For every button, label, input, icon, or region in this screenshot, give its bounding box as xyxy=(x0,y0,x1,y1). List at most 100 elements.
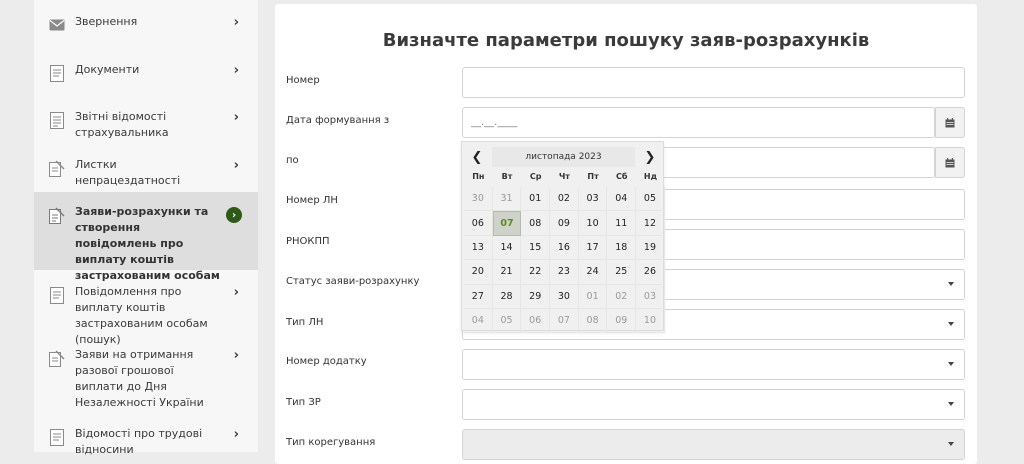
sidebar-item-label: Документи xyxy=(75,63,140,76)
day-cell[interactable]: 03 xyxy=(636,284,665,309)
ln-type-label: Тип ЛН xyxy=(286,317,324,328)
caret-down-icon xyxy=(948,442,954,446)
zr-type-select[interactable] xyxy=(462,389,965,420)
day-cell[interactable]: 10 xyxy=(636,308,665,334)
day-cell[interactable]: 09 xyxy=(550,211,579,236)
report-icon xyxy=(48,111,65,129)
date-from-input[interactable] xyxy=(462,107,935,138)
chevron-right-icon: › xyxy=(233,427,239,442)
day-cell[interactable]: 23 xyxy=(550,260,579,285)
day-cell[interactable]: 13 xyxy=(464,235,493,261)
day-cell[interactable]: 27 xyxy=(464,284,493,309)
day-cell[interactable]: 25 xyxy=(607,260,637,285)
day-cell[interactable]: 21 xyxy=(492,260,522,285)
weekday-label: Чт xyxy=(558,172,570,181)
calendar-icon xyxy=(945,117,955,127)
day-cell[interactable]: 14 xyxy=(492,235,522,261)
chevron-right-icon: › xyxy=(233,285,239,300)
envelope-icon xyxy=(48,16,65,34)
prev-month-button[interactable]: ❮ xyxy=(464,147,490,167)
day-cell[interactable]: 01 xyxy=(521,187,551,212)
sidebar-item-label: Відомості про трудові відносини xyxy=(75,427,203,456)
day-cell[interactable]: 04 xyxy=(607,187,637,212)
date-picker-header: ❮ листопада 2023 ❯ xyxy=(462,145,665,167)
number-input[interactable] xyxy=(462,67,965,98)
day-cell[interactable]: 17 xyxy=(578,235,608,261)
day-cell[interactable]: 19 xyxy=(636,235,665,261)
day-cell-today[interactable]: 07 xyxy=(492,211,522,236)
sidebar-item-payment-notices[interactable]: Повідомлення про виплату коштів застрахо… xyxy=(34,284,258,348)
labor-icon xyxy=(48,428,65,446)
day-cell[interactable]: 07 xyxy=(550,308,579,334)
document-icon xyxy=(48,64,65,82)
day-cell[interactable]: 26 xyxy=(636,260,665,285)
day-cell[interactable]: 30 xyxy=(464,187,493,212)
date-to-label: по xyxy=(286,155,299,166)
day-cell[interactable]: 05 xyxy=(636,187,665,212)
sidebar-item-label: Заяви на отримання разової грошової випл… xyxy=(75,348,204,409)
status-label: Статус заяви-розрахунку xyxy=(286,276,420,287)
day-cell[interactable]: 29 xyxy=(521,284,551,309)
day-cell[interactable]: 28 xyxy=(492,284,522,309)
page-title: Визначте параметри пошуку заяв-розрахунк… xyxy=(382,30,870,51)
date-from-label: Дата формування з xyxy=(286,115,390,126)
weekday-label: Ср xyxy=(529,172,542,181)
day-cell[interactable]: 30 xyxy=(550,284,579,309)
sheet-icon xyxy=(48,159,65,177)
correction-type-label: Тип корегування xyxy=(286,437,376,448)
sidebar-item-label: Заяви-розрахунки та створення повідомлен… xyxy=(75,205,220,282)
day-cell[interactable]: 11 xyxy=(607,211,637,236)
chevron-right-icon: › xyxy=(233,63,239,78)
weekday-label: Пт xyxy=(587,172,599,181)
day-cell[interactable]: 08 xyxy=(578,308,608,334)
weekday-header: Пн Вт Ср Чт Пт Сб Нд xyxy=(462,172,665,181)
month-year-switch[interactable]: листопада 2023 xyxy=(492,147,635,167)
caret-down-icon xyxy=(948,402,954,406)
day-cell[interactable]: 20 xyxy=(464,260,493,285)
day-cell[interactable]: 01 xyxy=(578,284,608,309)
sidebar-item-label: Звернення xyxy=(75,15,138,28)
sidebar-item-independence-payment[interactable]: Заяви на отримання разової грошової випл… xyxy=(34,347,258,411)
chevron-right-icon: › xyxy=(233,15,239,30)
day-cell[interactable]: 06 xyxy=(521,308,551,334)
day-cell[interactable]: 18 xyxy=(607,235,637,261)
day-cell[interactable]: 22 xyxy=(521,260,551,285)
sidebar-item-labor-relations[interactable]: Відомості про трудові відносини › xyxy=(34,426,258,458)
day-cell[interactable]: 12 xyxy=(636,211,665,236)
day-cell[interactable]: 06 xyxy=(464,211,493,236)
sidebar-item-sick-leave[interactable]: Листки непрацездатності › xyxy=(34,157,258,189)
chevron-right-icon: › xyxy=(233,158,239,173)
day-cell[interactable]: 16 xyxy=(550,235,579,261)
calendar-icon xyxy=(945,157,955,167)
rnokpp-label: РНОКПП xyxy=(286,236,330,247)
notice-icon xyxy=(48,286,65,304)
day-cell[interactable]: 10 xyxy=(578,211,608,236)
day-cell[interactable]: 31 xyxy=(492,187,522,212)
weekday-label: Пн xyxy=(472,172,485,181)
day-cell[interactable]: 15 xyxy=(521,235,551,261)
correction-type-select[interactable] xyxy=(462,429,965,460)
sidebar-item-calculations[interactable]: Заяви-розрахунки та створення повідомлен… xyxy=(34,192,258,282)
chevron-right-icon: › xyxy=(226,207,242,223)
next-month-button[interactable]: ❯ xyxy=(637,147,663,167)
day-cell[interactable]: 09 xyxy=(607,308,637,334)
ln-number-label: Номер ЛН xyxy=(286,195,338,206)
calculation-icon xyxy=(48,206,65,224)
sidebar-item-appeals[interactable]: Звернення › xyxy=(34,14,258,34)
caret-down-icon xyxy=(948,282,954,286)
date-to-calendar-button[interactable] xyxy=(935,147,965,178)
attachment-number-select[interactable] xyxy=(462,349,965,380)
sidebar-item-reports[interactable]: Звітні відомості страхувальника › xyxy=(34,109,258,141)
caret-down-icon xyxy=(948,362,954,366)
date-from-calendar-button[interactable] xyxy=(935,107,965,138)
day-cell[interactable]: 02 xyxy=(550,187,579,212)
day-cell[interactable]: 08 xyxy=(521,211,551,236)
application-icon xyxy=(48,349,65,367)
day-cell[interactable]: 24 xyxy=(578,260,608,285)
chevron-right-icon: › xyxy=(233,348,239,363)
day-cell[interactable]: 02 xyxy=(607,284,637,309)
day-cell[interactable]: 05 xyxy=(492,308,522,334)
day-cell[interactable]: 03 xyxy=(578,187,608,212)
sidebar-item-documents[interactable]: Документи › xyxy=(34,62,258,82)
day-cell[interactable]: 04 xyxy=(464,308,493,334)
